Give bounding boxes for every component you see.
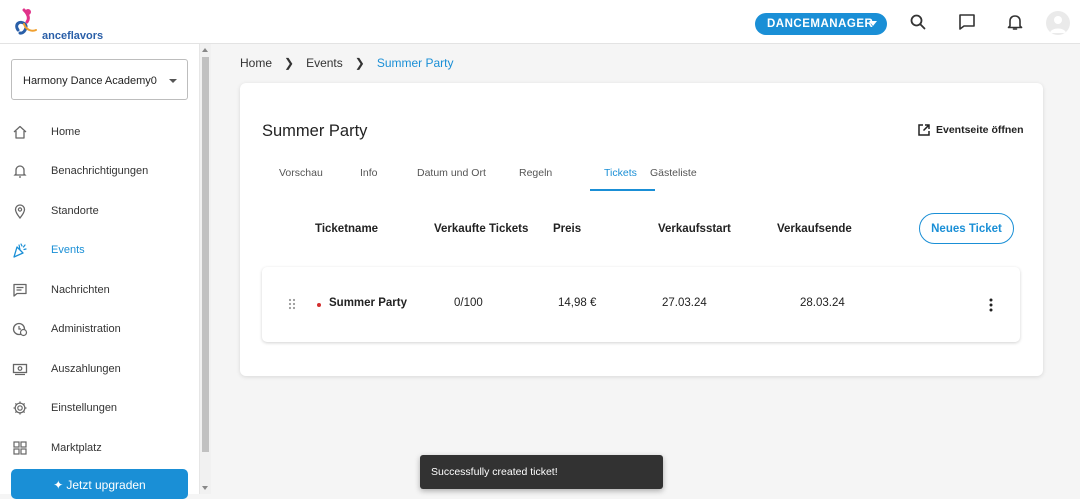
location-icon	[14, 204, 26, 219]
caret-down-icon	[869, 21, 877, 26]
success-toast: Successfully created ticket!	[420, 455, 663, 489]
sidebar-item-label: Standorte	[51, 205, 99, 217]
bell-icon	[13, 165, 27, 178]
user-avatar[interactable]	[1046, 11, 1070, 35]
gear-icon	[13, 401, 27, 415]
top-bar: anceflavors DANCEMANAGER	[0, 0, 1080, 44]
new-ticket-button[interactable]: Neues Ticket	[919, 213, 1014, 244]
ticket-sale-start: 27.03.24	[662, 297, 707, 309]
ticket-sold: 0/100	[454, 297, 483, 309]
event-card: Summer Party Eventseite öffnen Vorschau …	[240, 83, 1043, 376]
ticket-price: 14,98 €	[558, 297, 597, 309]
sidebar-item-auszahlungen[interactable]: Auszahlungen	[0, 351, 200, 389]
sidebar-item-home[interactable]: Home	[0, 114, 200, 152]
drag-handle-icon[interactable]	[288, 298, 296, 310]
sidebar-item-label: Marktplatz	[51, 442, 102, 454]
column-header-preis: Preis	[553, 223, 582, 235]
table-row[interactable]: Summer Party 0/100 14,98 € 27.03.24 28.0…	[262, 267, 1020, 342]
payout-icon	[12, 363, 28, 376]
sidebar-item-events[interactable]: Events	[0, 232, 200, 270]
sidebar-item-label: Auszahlungen	[51, 363, 121, 375]
status-dot	[317, 303, 321, 307]
tab-vorschau[interactable]: Vorschau	[279, 167, 323, 179]
chevron-right-icon: ❯	[354, 56, 365, 70]
upgrade-button[interactable]: ✦ Jetzt upgraden	[11, 469, 188, 499]
sparkle-icon: ✦	[53, 478, 64, 492]
sidebar-item-marktplatz[interactable]: Marktplatz	[0, 430, 200, 468]
sidebar-item-benachrichtigungen[interactable]: Benachrichtigungen	[0, 153, 200, 191]
sidebar-item-label: Benachrichtigungen	[51, 165, 149, 177]
dancer-logo-icon	[15, 8, 37, 35]
column-header-verkaufsende: Verkaufsende	[777, 223, 852, 235]
sidebar-item-label: Einstellungen	[51, 402, 118, 414]
sidebar-item-label: Events	[51, 244, 85, 256]
ticket-sale-end: 28.03.24	[800, 297, 845, 309]
account-label: DANCEMANAGER	[767, 18, 874, 30]
sidebar-item-label: Administration	[51, 323, 121, 335]
external-link-icon	[918, 124, 930, 136]
sidebar-scroll-thumb[interactable]	[202, 57, 209, 452]
upgrade-label: Jetzt upgraden	[66, 478, 146, 492]
breadcrumb-home[interactable]: Home	[240, 56, 272, 70]
more-options-icon[interactable]	[989, 298, 993, 312]
user-icon	[1050, 16, 1066, 33]
school-select-value: Harmony Dance Academy0	[23, 75, 157, 87]
tab-info[interactable]: Info	[360, 167, 378, 179]
caret-down-icon	[169, 79, 177, 83]
grid-icon	[13, 441, 27, 455]
chevron-right-icon: ❯	[284, 56, 295, 70]
open-event-page-label: Eventseite öffnen	[936, 124, 1024, 136]
open-event-page-link[interactable]: Eventseite öffnen	[917, 123, 1024, 137]
search-icon[interactable]	[908, 12, 928, 32]
tab-regeln[interactable]: Regeln	[519, 167, 552, 179]
scroll-up-arrow-icon[interactable]	[202, 48, 208, 52]
sidebar-item-nachrichten[interactable]: Nachrichten	[0, 272, 200, 310]
account-dropdown-button[interactable]: DANCEMANAGER	[755, 13, 887, 35]
chat-icon[interactable]	[957, 12, 977, 32]
brand-logo[interactable]: anceflavors	[10, 8, 120, 42]
brand-name: anceflavors	[42, 30, 104, 42]
column-header-verkaufte-tickets: Verkaufte Tickets	[434, 223, 529, 235]
sidebar-item-label: Nachrichten	[51, 284, 110, 296]
school-select[interactable]: Harmony Dance Academy0	[11, 59, 188, 100]
tab-datum-und-ort[interactable]: Datum und Ort	[417, 167, 486, 179]
ticket-name: Summer Party	[329, 297, 407, 309]
active-tab-indicator	[590, 189, 655, 191]
page-title: Summer Party	[262, 122, 368, 140]
sidebar-item-administration[interactable]: Administration	[0, 311, 200, 349]
bell-icon[interactable]	[1005, 12, 1025, 32]
tab-tickets[interactable]: Tickets	[604, 167, 637, 179]
breadcrumb-events[interactable]: Events	[306, 56, 343, 70]
sidebar-item-label: Home	[51, 126, 81, 138]
tab-gaesteliste[interactable]: Gästeliste	[650, 167, 697, 179]
column-header-verkaufsstart: Verkaufsstart	[658, 223, 731, 235]
sidebar: Harmony Dance Academy0 Home Benachrichti…	[0, 44, 200, 499]
breadcrumb-current: Summer Party	[376, 56, 454, 70]
party-popper-icon	[13, 243, 27, 258]
message-icon	[13, 283, 27, 297]
sidebar-item-standorte[interactable]: Standorte	[0, 193, 200, 231]
scroll-down-arrow-icon[interactable]	[202, 486, 208, 490]
home-icon	[13, 125, 27, 139]
breadcrumb: Home ❯ Events ❯ Summer Party	[240, 56, 454, 70]
event-tabs: Vorschau Info Datum und Ort Regeln Ticke…	[262, 157, 697, 191]
admin-icon	[12, 322, 28, 337]
sidebar-item-einstellungen[interactable]: Einstellungen	[0, 390, 200, 428]
column-header-ticketname: Ticketname	[315, 223, 379, 235]
